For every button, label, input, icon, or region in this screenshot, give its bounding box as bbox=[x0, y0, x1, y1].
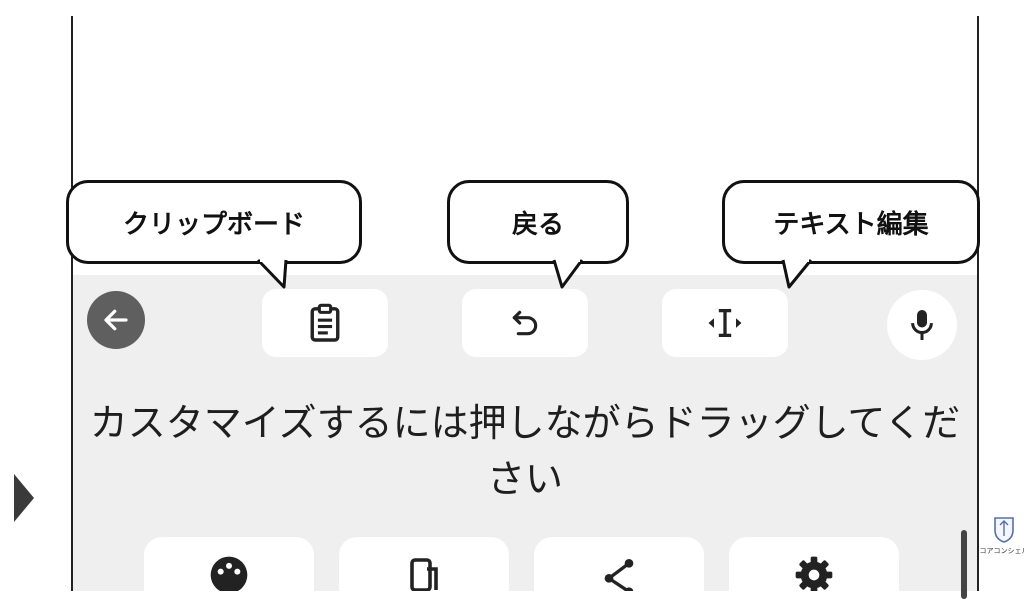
text-edit-button[interactable] bbox=[662, 289, 788, 357]
share-button[interactable] bbox=[534, 537, 704, 591]
callout-undo-tail bbox=[552, 258, 584, 289]
callout-clipboard-tail bbox=[256, 258, 288, 289]
undo-button[interactable] bbox=[462, 289, 588, 357]
clipboard-icon bbox=[310, 303, 340, 342]
back-button[interactable] bbox=[87, 291, 145, 349]
phone-resize-icon bbox=[410, 558, 438, 591]
undo-icon bbox=[512, 310, 538, 336]
microphone-icon bbox=[911, 310, 933, 340]
phone-screen: カスタマイズするには押しながらドラッグしてください bbox=[71, 16, 979, 591]
shield-icon bbox=[994, 517, 1014, 543]
keyboard-toolbar-panel: カスタマイズするには押しながらドラッグしてください bbox=[73, 275, 977, 591]
arrow-left-icon bbox=[104, 309, 128, 331]
settings-button[interactable] bbox=[729, 537, 899, 591]
video-prev-arrow[interactable] bbox=[14, 474, 34, 522]
voice-input-button[interactable] bbox=[887, 290, 957, 360]
gear-icon bbox=[795, 556, 833, 591]
channel-logo: コアコンシェル bbox=[980, 516, 1024, 572]
callout-text-edit: テキスト編集 bbox=[722, 180, 980, 264]
logo-text: コアコンシェル bbox=[979, 547, 1024, 555]
callout-text-edit-tail bbox=[781, 258, 813, 289]
clipboard-button[interactable] bbox=[262, 289, 388, 357]
video-scrollbar[interactable] bbox=[961, 530, 967, 599]
callout-undo: 戻る bbox=[447, 180, 629, 264]
theme-button[interactable] bbox=[144, 537, 314, 591]
palette-icon bbox=[210, 556, 248, 591]
share-icon bbox=[604, 559, 634, 591]
text-cursor-icon bbox=[708, 308, 742, 338]
one-handed-mode-button[interactable] bbox=[339, 537, 509, 591]
callout-clipboard: クリップボード bbox=[66, 180, 362, 264]
customize-hint-text: カスタマイズするには押しながらドラッグしてください bbox=[89, 401, 961, 501]
